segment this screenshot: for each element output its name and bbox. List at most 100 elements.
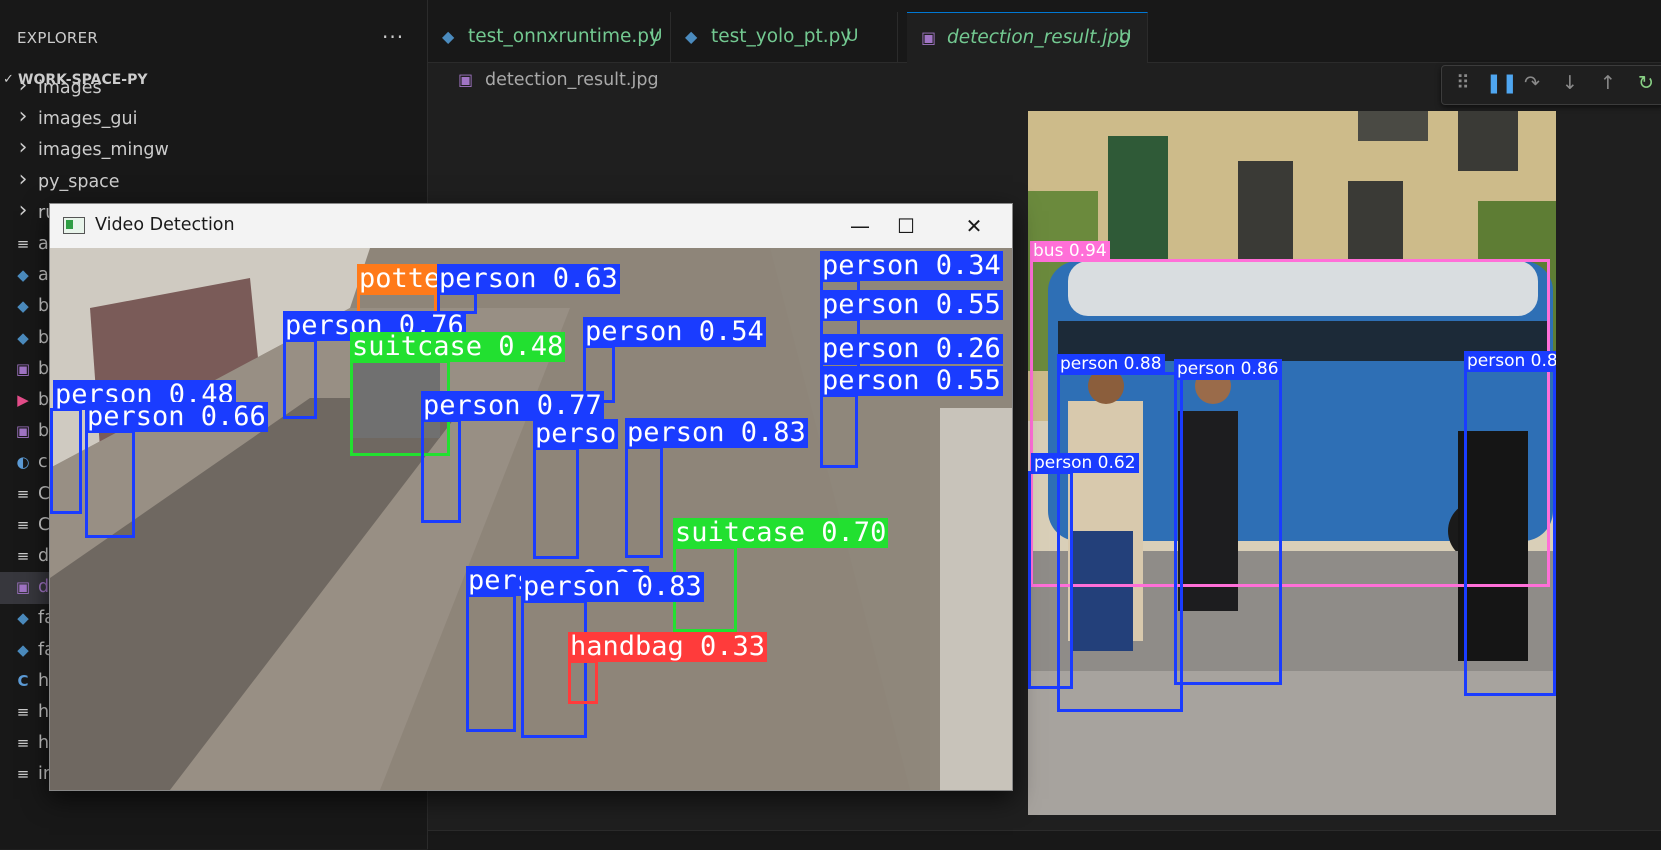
video-detection-window: Video Detection — ☐ ✕ potte person 0.63 … (49, 203, 1013, 791)
image-icon: ▣ (15, 578, 31, 597)
text-file-icon: ≡ (16, 235, 30, 253)
chevron-right-icon: › (18, 197, 28, 223)
detection-label: handbag 0.33 (568, 631, 768, 662)
text-file-icon: ≡ (16, 765, 30, 784)
detection-label: bus 0.94 (1030, 241, 1110, 261)
detection-box-handbag: handbag 0.33 (568, 632, 768, 704)
detection-label: person 0.62 (1031, 453, 1139, 473)
detection-label: person 0.63 (437, 263, 620, 294)
breadcrumb-file[interactable]: detection_result.jpg (485, 70, 659, 90)
file-tree-label: d (38, 577, 50, 598)
file-tree-label: b (38, 421, 50, 442)
window-title: Video Detection (95, 215, 235, 235)
tab-status: U (846, 26, 859, 46)
file-tree-label: a (38, 234, 49, 254)
file-tree-label: a (38, 265, 49, 286)
window-titlebar[interactable]: Video Detection — ☐ ✕ (50, 204, 1012, 248)
detection-label: perso (533, 418, 619, 449)
detection-label: person 0.66 (85, 401, 268, 432)
more-actions-icon[interactable]: ··· (382, 25, 404, 49)
text-file-icon: ≡ (16, 515, 30, 534)
detection-label: person 0.89 (1464, 351, 1556, 371)
detection-label: person 0.77 (421, 390, 604, 421)
detection-box-person: person 0.83 (625, 418, 808, 558)
file-tree-label: c (38, 452, 48, 473)
detection-label: person 0.54 (583, 316, 766, 347)
maximize-button[interactable]: ☐ (883, 209, 929, 243)
step-out-icon[interactable]: ↑ (1600, 72, 1616, 94)
file-tree-label: d (38, 546, 50, 566)
image-icon: ▣ (458, 70, 474, 89)
file-tree-label: h (38, 702, 50, 722)
detection-box-person: person 0.83 (466, 566, 649, 732)
image-icon: ▣ (15, 422, 31, 441)
video-frame: potte person 0.63 person 0.76 suitcase 0… (50, 248, 1012, 790)
file-tree-label: images_mingw (38, 140, 169, 161)
detection-label: suitcase 0.48 (350, 331, 566, 362)
detection-label: person 0.86 (1174, 359, 1282, 379)
chevron-right-icon: › (18, 73, 28, 98)
explorer-title: EXPLORER (17, 29, 99, 47)
detection-box-person: person 0.76 (283, 311, 466, 419)
detection-label: person 0.55 (820, 365, 1003, 396)
file-tree-label: b (38, 327, 50, 348)
detection-box-person: person 0.55 (820, 366, 1003, 468)
detection-box-person: perso (533, 419, 619, 559)
detection-label: person 0.88 (1057, 354, 1165, 374)
breadcrumb: ▣ detection_result.jpg (428, 62, 1328, 98)
text-file-icon: ≡ (16, 703, 30, 721)
file-tree-item[interactable]: › py_space (0, 167, 427, 199)
tab-status: U (1119, 27, 1132, 47)
tab-test-yolo-pt[interactable]: ◆ test_yolo_pt.py U (671, 12, 898, 62)
step-into-icon[interactable]: ↓ (1562, 72, 1578, 94)
tab-status: U (650, 26, 663, 46)
chevron-right-icon: › (18, 166, 28, 192)
tab-label: test_onnxruntime.py (468, 26, 660, 47)
detection-box-person: person 0.77 (421, 391, 604, 523)
file-tree-label: b (38, 296, 50, 317)
explorer-header: EXPLORER ··· (0, 0, 427, 74)
file-tree-item[interactable]: › images_gui (0, 104, 427, 136)
detection-label: person 0.83 (521, 571, 704, 602)
tab-label: test_yolo_pt.py (711, 26, 852, 47)
text-file-icon: ≡ (16, 547, 30, 565)
python-icon: ◆ (17, 266, 29, 285)
tab-detection-result[interactable]: ▣ detection_result.jpg U (907, 12, 1148, 63)
drag-handle-icon[interactable]: ⠿ (1456, 72, 1470, 94)
python-icon: ◆ (17, 297, 29, 316)
detection-label: person 0.83 (625, 417, 808, 448)
c-file-icon: C (17, 671, 29, 690)
restart-icon[interactable]: ↻ (1638, 72, 1654, 94)
editor-tabs: ◆ test_onnxruntime.py U ◆ test_yolo_pt.p… (428, 0, 1661, 63)
video-icon: ▶ (17, 391, 29, 409)
detection-box-person: person 0.86 (1174, 359, 1282, 685)
detection-image: bus 0.94 person 0.88 person 0.86 person … (1028, 111, 1556, 815)
step-over-icon[interactable]: ↷ (1524, 72, 1540, 94)
pause-icon[interactable]: ❚❚ (1486, 72, 1518, 94)
python-icon: ◆ (17, 640, 29, 659)
detection-label: person 0.34 (820, 250, 1003, 281)
text-file-icon: ≡ (16, 484, 30, 503)
detection-label: person 0.26 (820, 333, 1003, 364)
debug-toolbar: ⠿ ❚❚ ↷ ↓ ↑ ↻ (1441, 65, 1661, 105)
file-tree-label: b (38, 390, 50, 410)
close-button[interactable]: ✕ (951, 209, 997, 243)
detection-label: person 0.55 (820, 289, 1003, 320)
tab-test-onnxruntime[interactable]: ◆ test_onnxruntime.py U (428, 12, 671, 62)
detection-box-person: person 0.66 (85, 402, 268, 538)
detection-box-person: person 0.48 (50, 380, 236, 514)
minimize-button[interactable]: — (837, 209, 883, 243)
image-icon: ▣ (921, 28, 937, 47)
python-icon: ◆ (17, 328, 29, 347)
image-icon: ▣ (15, 359, 31, 378)
detection-label: potte (357, 263, 443, 294)
file-tree-label: images_gui (38, 109, 138, 130)
python-icon: ◆ (685, 27, 698, 46)
file-tree-item[interactable]: › images_mingw (0, 135, 427, 167)
text-file-icon: ≡ (16, 734, 30, 753)
detection-box-person: person 0.88 (1057, 354, 1183, 712)
file-tree-item[interactable]: › images (0, 73, 427, 105)
tab-label: detection_result.jpg (947, 27, 1131, 48)
app-icon (63, 217, 85, 234)
file-tree-label: b (38, 358, 50, 379)
